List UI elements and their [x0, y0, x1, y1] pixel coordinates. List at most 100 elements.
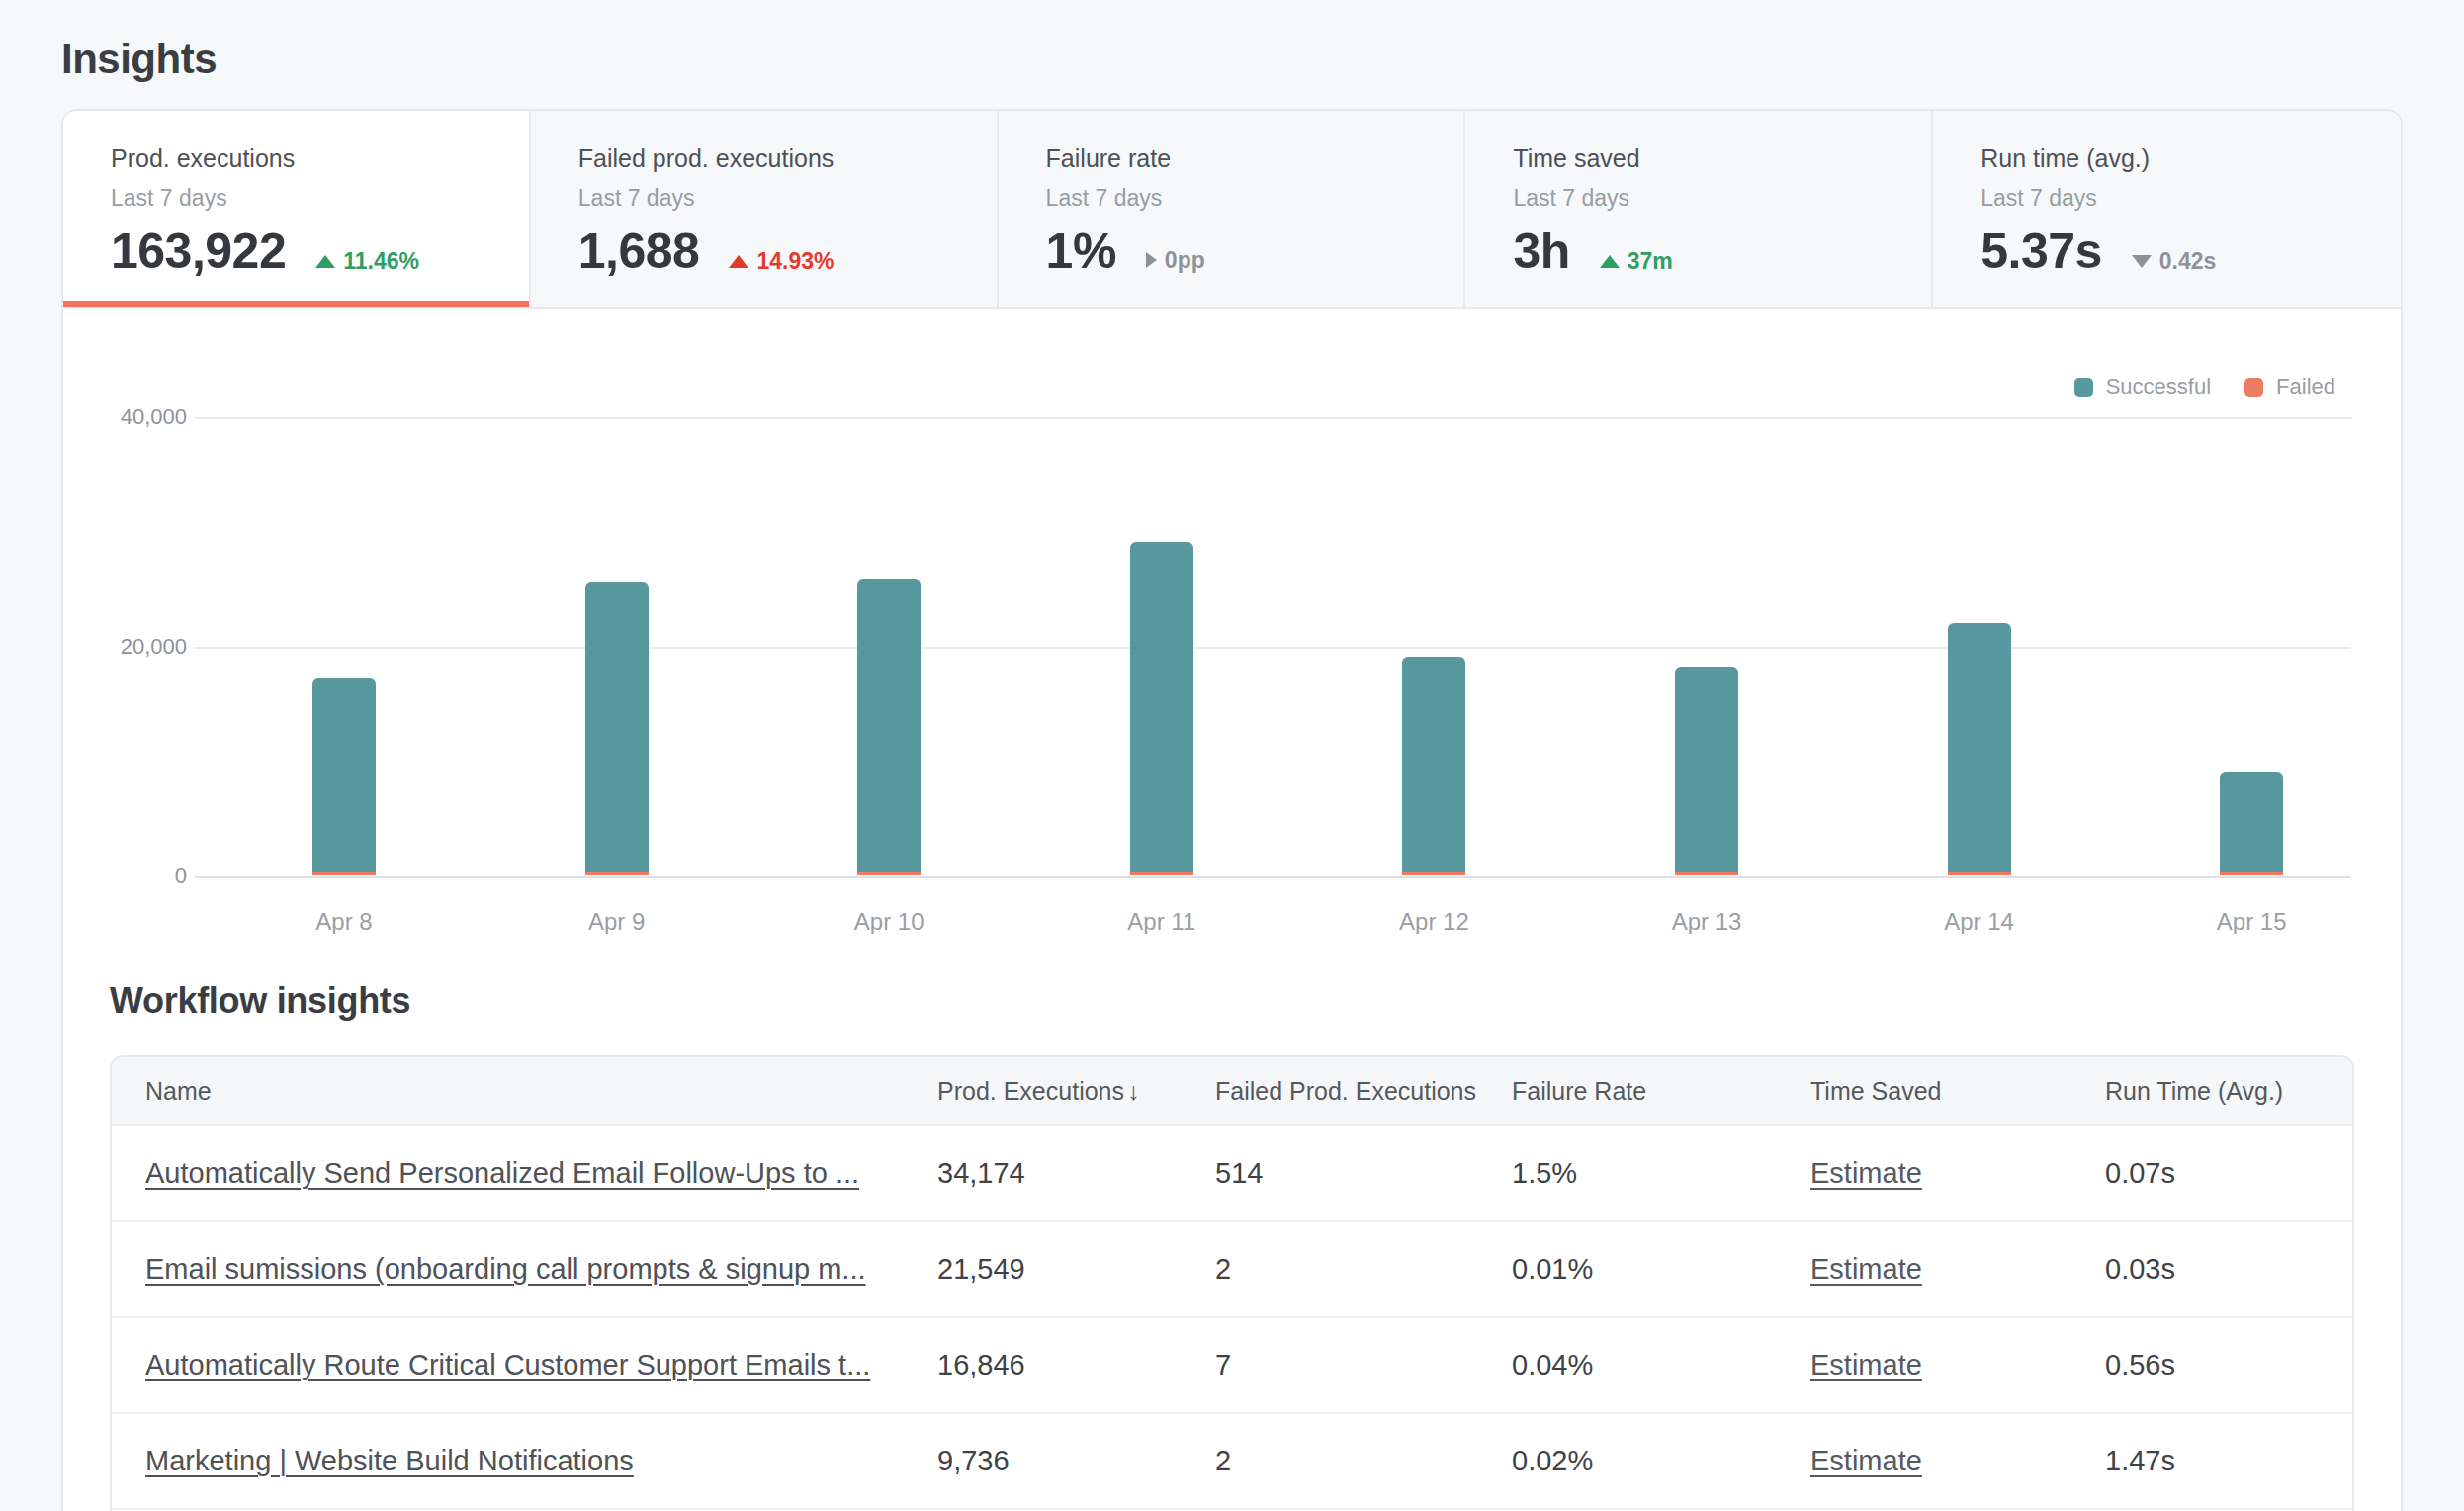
trend-up-icon [729, 255, 748, 268]
column-header-failed-prod-executions[interactable]: Failed Prod. Executions [1215, 1077, 1512, 1106]
metric-period: Last 7 days [578, 185, 997, 212]
metric-card-time-saved[interactable]: Time saved Last 7 days 3h 37m [1465, 111, 1933, 307]
failed-executions-value: 514 [1215, 1157, 1512, 1190]
bar-apr-15[interactable] [2220, 772, 2283, 875]
estimate-link[interactable]: Estimate [1810, 1157, 1922, 1189]
legend-item-failed[interactable]: Failed [2244, 374, 2335, 400]
metric-label: Run time (avg.) [1980, 144, 2401, 173]
metric-delta: 37m [1600, 248, 1673, 275]
trend-up-icon [315, 255, 335, 268]
table-header-row: Name Prod. Executions↓ Failed Prod. Exec… [112, 1057, 2352, 1126]
metric-period: Last 7 days [1980, 185, 2401, 212]
bar-apr-12[interactable] [1402, 657, 1465, 875]
failed-swatch-icon [2244, 378, 2263, 397]
bar-failed-segment [585, 872, 649, 875]
active-card-underline [63, 301, 529, 307]
bar-apr-11[interactable] [1130, 542, 1193, 875]
legend-item-successful[interactable]: Successful [2074, 374, 2211, 400]
metric-period: Last 7 days [1046, 185, 1464, 212]
chart-legend: Successful Failed [2074, 374, 2335, 400]
y-axis-label: 0 [63, 863, 187, 889]
workflow-name-link[interactable]: Automatically Send Personalized Email Fo… [145, 1157, 859, 1189]
table-row: Marketing | Website Build Notifications … [112, 1414, 2352, 1510]
failure-rate-value: 1.5% [1512, 1157, 1810, 1190]
bar-apr-8[interactable] [312, 678, 376, 875]
metric-value: 1,688 [578, 222, 700, 280]
metric-card-failure-rate[interactable]: Failure rate Last 7 days 1% 0pp [999, 111, 1466, 307]
y-axis-label: 20,000 [63, 634, 187, 660]
metric-card-failed-prod-executions[interactable]: Failed prod. executions Last 7 days 1,68… [531, 111, 999, 307]
page-title: Insights [61, 36, 2464, 83]
prod-executions-value: 16,846 [937, 1349, 1215, 1381]
metric-label: Failed prod. executions [578, 144, 997, 173]
x-axis-label: Apr 13 [1628, 908, 1786, 935]
x-axis-label: Apr 10 [810, 908, 968, 935]
table-row: Automatically Send Personalized Email Fo… [112, 1126, 2352, 1222]
prod-executions-value: 34,174 [937, 1157, 1215, 1190]
bar-failed-segment [1948, 872, 2011, 875]
bar-failed-segment [1130, 872, 1193, 875]
workflow-name-link[interactable]: Email sumissions (onboarding call prompt… [145, 1253, 866, 1285]
workflow-insights-table: Name Prod. Executions↓ Failed Prod. Exec… [110, 1055, 2354, 1511]
run-time-value: 0.56s [2105, 1349, 2352, 1381]
bar-failed-segment [1402, 872, 1465, 875]
failed-executions-value: 7 [1215, 1349, 1512, 1381]
y-axis-label: 40,000 [63, 404, 187, 430]
trend-up-icon [1600, 255, 1620, 268]
metric-label: Prod. executions [111, 144, 529, 173]
workflow-insights-heading: Workflow insights [110, 980, 2354, 1022]
metric-value: 163,922 [111, 222, 286, 280]
column-header-time-saved[interactable]: Time Saved [1810, 1077, 2105, 1106]
x-axis-label: Apr 12 [1355, 908, 1513, 935]
insights-page: Insights Prod. executions Last 7 days 16… [0, 36, 2464, 1511]
workflow-name-link[interactable]: Automatically Route Critical Customer Su… [145, 1349, 870, 1380]
metric-delta: 14.93% [729, 248, 834, 275]
workflow-name-link[interactable]: Marketing | Website Build Notifications [145, 1445, 634, 1476]
metric-delta: 0.42s [2132, 248, 2217, 275]
metric-label: Time saved [1513, 144, 1931, 173]
column-header-name[interactable]: Name [112, 1077, 937, 1106]
executions-bar-chart: Successful Failed 0 20,000 40,000 Apr 8 Apr … [63, 309, 2401, 966]
column-header-prod-executions[interactable]: Prod. Executions↓ [937, 1077, 1215, 1106]
run-time-value: 0.03s [2105, 1253, 2352, 1286]
metric-label: Failure rate [1046, 144, 1464, 173]
x-axis-label: Apr 15 [2172, 908, 2331, 935]
failure-rate-value: 0.04% [1512, 1349, 1810, 1381]
bar-failed-segment [312, 872, 376, 875]
column-header-failure-rate[interactable]: Failure Rate [1512, 1077, 1810, 1106]
metric-value: 3h [1513, 222, 1569, 280]
bar-failed-segment [2220, 872, 2283, 875]
gridline [195, 647, 2351, 649]
sort-desc-icon: ↓ [1127, 1077, 1140, 1105]
metric-cards-row: Prod. executions Last 7 days 163,922 11.… [63, 111, 2401, 309]
run-time-value: 1.47s [2105, 1445, 2352, 1477]
metric-delta: 0pp [1146, 247, 1205, 274]
estimate-link[interactable]: Estimate [1810, 1253, 1922, 1285]
metric-delta: 11.46% [315, 248, 419, 275]
table-row: Email sumissions (onboarding call prompt… [112, 1222, 2352, 1318]
estimate-link[interactable]: Estimate [1810, 1445, 1922, 1476]
x-axis-label: Apr 14 [1900, 908, 2059, 935]
estimate-link[interactable]: Estimate [1810, 1349, 1922, 1380]
metric-period: Last 7 days [1513, 185, 1931, 212]
bar-apr-14[interactable] [1948, 623, 2011, 875]
column-header-run-time[interactable]: Run Time (Avg.) [2105, 1077, 2352, 1106]
run-time-value: 0.07s [2105, 1157, 2352, 1190]
trend-flat-icon [1146, 252, 1157, 268]
metric-card-prod-executions[interactable]: Prod. executions Last 7 days 163,922 11.… [63, 111, 531, 307]
table-row: Automatically Route Critical Customer Su… [112, 1318, 2352, 1414]
metric-period: Last 7 days [111, 185, 529, 212]
failed-executions-value: 2 [1215, 1445, 1512, 1477]
bar-apr-10[interactable] [857, 579, 921, 875]
x-axis-label: Apr 8 [265, 908, 423, 935]
bar-failed-segment [857, 872, 921, 875]
metric-value: 1% [1046, 222, 1116, 280]
bar-apr-13[interactable] [1675, 667, 1738, 875]
prod-executions-value: 9,736 [937, 1445, 1215, 1477]
failure-rate-value: 0.02% [1512, 1445, 1810, 1477]
metric-card-run-time[interactable]: Run time (avg.) Last 7 days 5.37s 0.42s [1933, 111, 2401, 307]
prod-executions-value: 21,549 [937, 1253, 1215, 1286]
gridline [195, 876, 2351, 878]
workflow-insights-section: Workflow insights Name Prod. Executions↓… [63, 966, 2401, 1511]
bar-apr-9[interactable] [585, 582, 649, 875]
